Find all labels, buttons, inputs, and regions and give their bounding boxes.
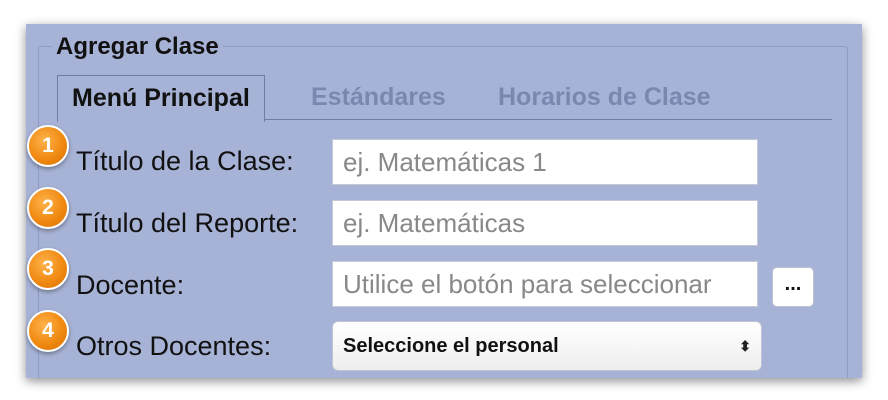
report-title-label: Título del Reporte: — [76, 208, 299, 238]
report-title-input[interactable]: ej. Matemáticas — [332, 200, 758, 246]
class-title-input[interactable]: ej. Matemáticas 1 — [332, 139, 758, 185]
other-teachers-label: Otros Docentes: — [76, 331, 272, 361]
form-legend: Agregar Clase — [52, 32, 223, 62]
add-class-panel: Agregar Clase Menú Principal Estándares … — [26, 24, 862, 378]
select-value: Seleccione el personal — [343, 335, 559, 357]
step-badge-1: 1 — [27, 125, 69, 167]
tab-class-schedules[interactable]: Horarios de Clase — [498, 75, 711, 119]
class-title-label: Título de la Clase: — [76, 146, 294, 176]
step-badge-3: 3 — [27, 248, 69, 290]
select-teacher-button[interactable]: ... — [772, 267, 814, 307]
tab-main-menu[interactable]: Menú Principal — [57, 75, 265, 122]
step-badge-2: 2 — [27, 187, 69, 229]
teacher-input[interactable]: Utilice el botón para seleccionar — [332, 261, 758, 307]
tab-bar: Menú Principal Estándares Horarios de Cl… — [57, 75, 832, 122]
select-arrows-icon: ⬍ — [739, 338, 751, 354]
step-badge-4: 4 — [27, 310, 69, 352]
other-teachers-select[interactable]: Seleccione el personal ⬍ — [332, 321, 762, 371]
teacher-label: Docente: — [76, 270, 185, 300]
tab-standards[interactable]: Estándares — [311, 75, 446, 119]
